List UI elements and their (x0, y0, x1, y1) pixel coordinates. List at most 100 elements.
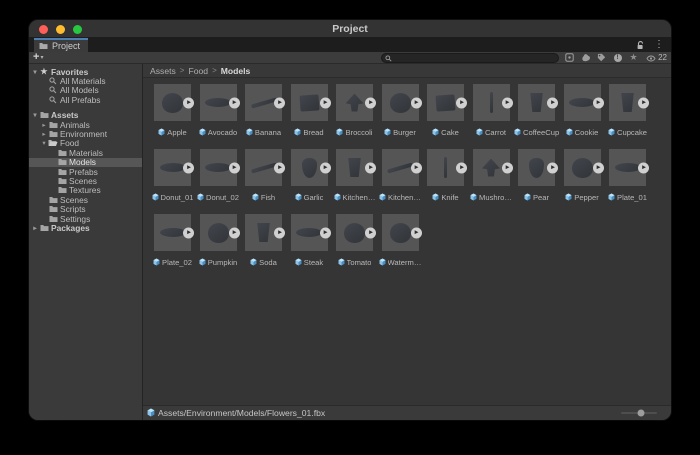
expand-subassets-button[interactable]: ▶ (320, 227, 331, 238)
asset-thumbnail[interactable]: ▶ (382, 84, 419, 121)
expand-subassets-button[interactable]: ▶ (502, 162, 513, 173)
tree-item-packages[interactable]: ▸Packages (29, 223, 142, 232)
tree-item-all-prefabs[interactable]: All Prefabs (29, 95, 142, 104)
expand-subassets-button[interactable]: ▶ (547, 162, 558, 173)
expand-subassets-button[interactable]: ▶ (638, 97, 649, 108)
expand-subassets-button[interactable]: ▶ (183, 97, 194, 108)
expand-subassets-button[interactable]: ▶ (229, 97, 240, 108)
asset-item[interactable]: ▶Cookie (560, 84, 605, 141)
asset-thumbnail[interactable]: ▶ (154, 84, 191, 121)
tree-item-all-models[interactable]: All Models (29, 86, 142, 95)
thumbnail-size-slider[interactable] (621, 409, 657, 418)
tab-project[interactable]: Project (34, 38, 88, 52)
asset-item[interactable]: ▶Cake (423, 84, 468, 141)
asset-thumbnail[interactable]: ▶ (245, 84, 282, 121)
expand-subassets-button[interactable]: ▶ (456, 162, 467, 173)
save-search-icon[interactable]: ★ (628, 52, 639, 63)
asset-item[interactable]: ▶Kitchen… (378, 149, 423, 206)
asset-thumbnail[interactable]: ▶ (382, 149, 419, 186)
title-bar[interactable]: Project (29, 20, 671, 38)
asset-thumbnail[interactable]: ▶ (245, 149, 282, 186)
expand-subassets-button[interactable]: ▶ (411, 97, 422, 108)
expander-icon[interactable]: ▸ (40, 130, 48, 138)
asset-item[interactable]: ▶Pepper (560, 149, 605, 206)
asset-thumbnail[interactable]: ▶ (427, 84, 464, 121)
tree-item-environment[interactable]: ▸Environment (29, 129, 142, 138)
expander-icon[interactable]: ▾ (31, 68, 39, 76)
expand-subassets-button[interactable]: ▶ (365, 162, 376, 173)
expand-subassets-button[interactable]: ▶ (411, 162, 422, 173)
expand-subassets-button[interactable]: ▶ (411, 227, 422, 238)
tree-item-models[interactable]: Models (29, 158, 142, 167)
expand-subassets-button[interactable]: ▶ (593, 97, 604, 108)
asset-item[interactable]: ▶Steak (287, 214, 332, 271)
expand-subassets-button[interactable]: ▶ (365, 227, 376, 238)
tree-item-scripts[interactable]: Scripts (29, 204, 142, 213)
asset-thumbnail[interactable]: ▶ (564, 149, 601, 186)
asset-item[interactable]: ▶Plate_01 (605, 149, 650, 206)
expand-subassets-button[interactable]: ▶ (320, 97, 331, 108)
asset-thumbnail[interactable]: ▶ (336, 149, 373, 186)
asset-item[interactable]: ▶Tomato (332, 214, 377, 271)
expand-subassets-button[interactable]: ▶ (547, 97, 558, 108)
expand-subassets-button[interactable]: ▶ (183, 162, 194, 173)
asset-item[interactable]: ▶Soda (241, 214, 286, 271)
search-by-label-icon[interactable] (596, 52, 607, 63)
expander-icon[interactable]: ▸ (31, 224, 39, 232)
asset-thumbnail[interactable]: ▶ (473, 84, 510, 121)
asset-thumbnail[interactable]: ▶ (245, 214, 282, 251)
asset-thumbnail[interactable]: ▶ (200, 214, 237, 251)
asset-thumbnail[interactable]: ▶ (382, 214, 419, 251)
asset-thumbnail[interactable]: ▶ (473, 149, 510, 186)
asset-item[interactable]: ▶Carrot (469, 84, 514, 141)
tree-item-favorites[interactable]: ▾★Favorites (29, 67, 142, 76)
asset-thumbnail[interactable]: ▶ (154, 214, 191, 251)
expander-icon[interactable]: ▸ (40, 121, 48, 129)
asset-item[interactable]: ▶Avocado (196, 84, 241, 141)
asset-item[interactable]: ▶Kitchen… (332, 149, 377, 206)
asset-item[interactable]: ▶Pumpkin (196, 214, 241, 271)
expander-icon[interactable]: ▾ (31, 111, 39, 119)
asset-thumbnail[interactable]: ▶ (427, 149, 464, 186)
expand-subassets-button[interactable]: ▶ (229, 227, 240, 238)
expand-subassets-button[interactable]: ▶ (274, 97, 285, 108)
asset-thumbnail[interactable]: ▶ (291, 84, 328, 121)
expand-subassets-button[interactable]: ▶ (320, 162, 331, 173)
asset-thumbnail[interactable]: ▶ (518, 84, 555, 121)
asset-item[interactable]: ▶Broccoli (332, 84, 377, 141)
asset-item[interactable]: ▶Apple (150, 84, 195, 141)
tree-item-assets[interactable]: ▾Assets (29, 111, 142, 120)
breadcrumb-item-food[interactable]: Food (188, 66, 208, 76)
asset-thumbnail[interactable]: ▶ (154, 149, 191, 186)
asset-thumbnail[interactable]: ▶ (336, 84, 373, 121)
expand-subassets-button[interactable]: ▶ (638, 162, 649, 173)
asset-thumbnail[interactable]: ▶ (609, 84, 646, 121)
search-input[interactable] (392, 54, 555, 62)
tree-item-settings[interactable]: Settings (29, 214, 142, 223)
expand-subassets-button[interactable]: ▶ (229, 162, 240, 173)
breadcrumb-item-assets[interactable]: Assets (150, 66, 176, 76)
asset-item[interactable]: ▶Cupcake (605, 84, 650, 141)
asset-item[interactable]: ▶Burger (378, 84, 423, 141)
asset-item[interactable]: ▶Donut_02 (196, 149, 241, 206)
create-add-button[interactable]: + ▾ (33, 52, 43, 63)
asset-item[interactable]: ▶CoffeeCup (514, 84, 559, 141)
tree-item-food[interactable]: ▾Food (29, 139, 142, 148)
slider-thumb[interactable] (637, 410, 644, 417)
expander-icon[interactable]: ▾ (40, 139, 48, 147)
asset-thumbnail[interactable]: ▶ (200, 84, 237, 121)
breadcrumb-item-models[interactable]: Models (221, 66, 251, 76)
asset-item[interactable]: ▶Pear (514, 149, 559, 206)
tree-item-scenes[interactable]: Scenes (29, 195, 142, 204)
asset-item[interactable]: ▶Donut_01 (150, 149, 195, 206)
tree-item-prefabs[interactable]: Prefabs (29, 167, 142, 176)
expand-subassets-button[interactable]: ▶ (274, 162, 285, 173)
asset-item[interactable]: ▶Garlic (287, 149, 332, 206)
asset-thumbnail[interactable]: ▶ (564, 84, 601, 121)
asset-item[interactable]: ▶Mushro… (469, 149, 514, 206)
asset-thumbnail[interactable]: ▶ (291, 214, 328, 251)
asset-item[interactable]: ▶Banana (241, 84, 286, 141)
asset-thumbnail[interactable]: ▶ (291, 149, 328, 186)
asset-item[interactable]: ▶Knife (423, 149, 468, 206)
expand-subassets-button[interactable]: ▶ (274, 227, 285, 238)
